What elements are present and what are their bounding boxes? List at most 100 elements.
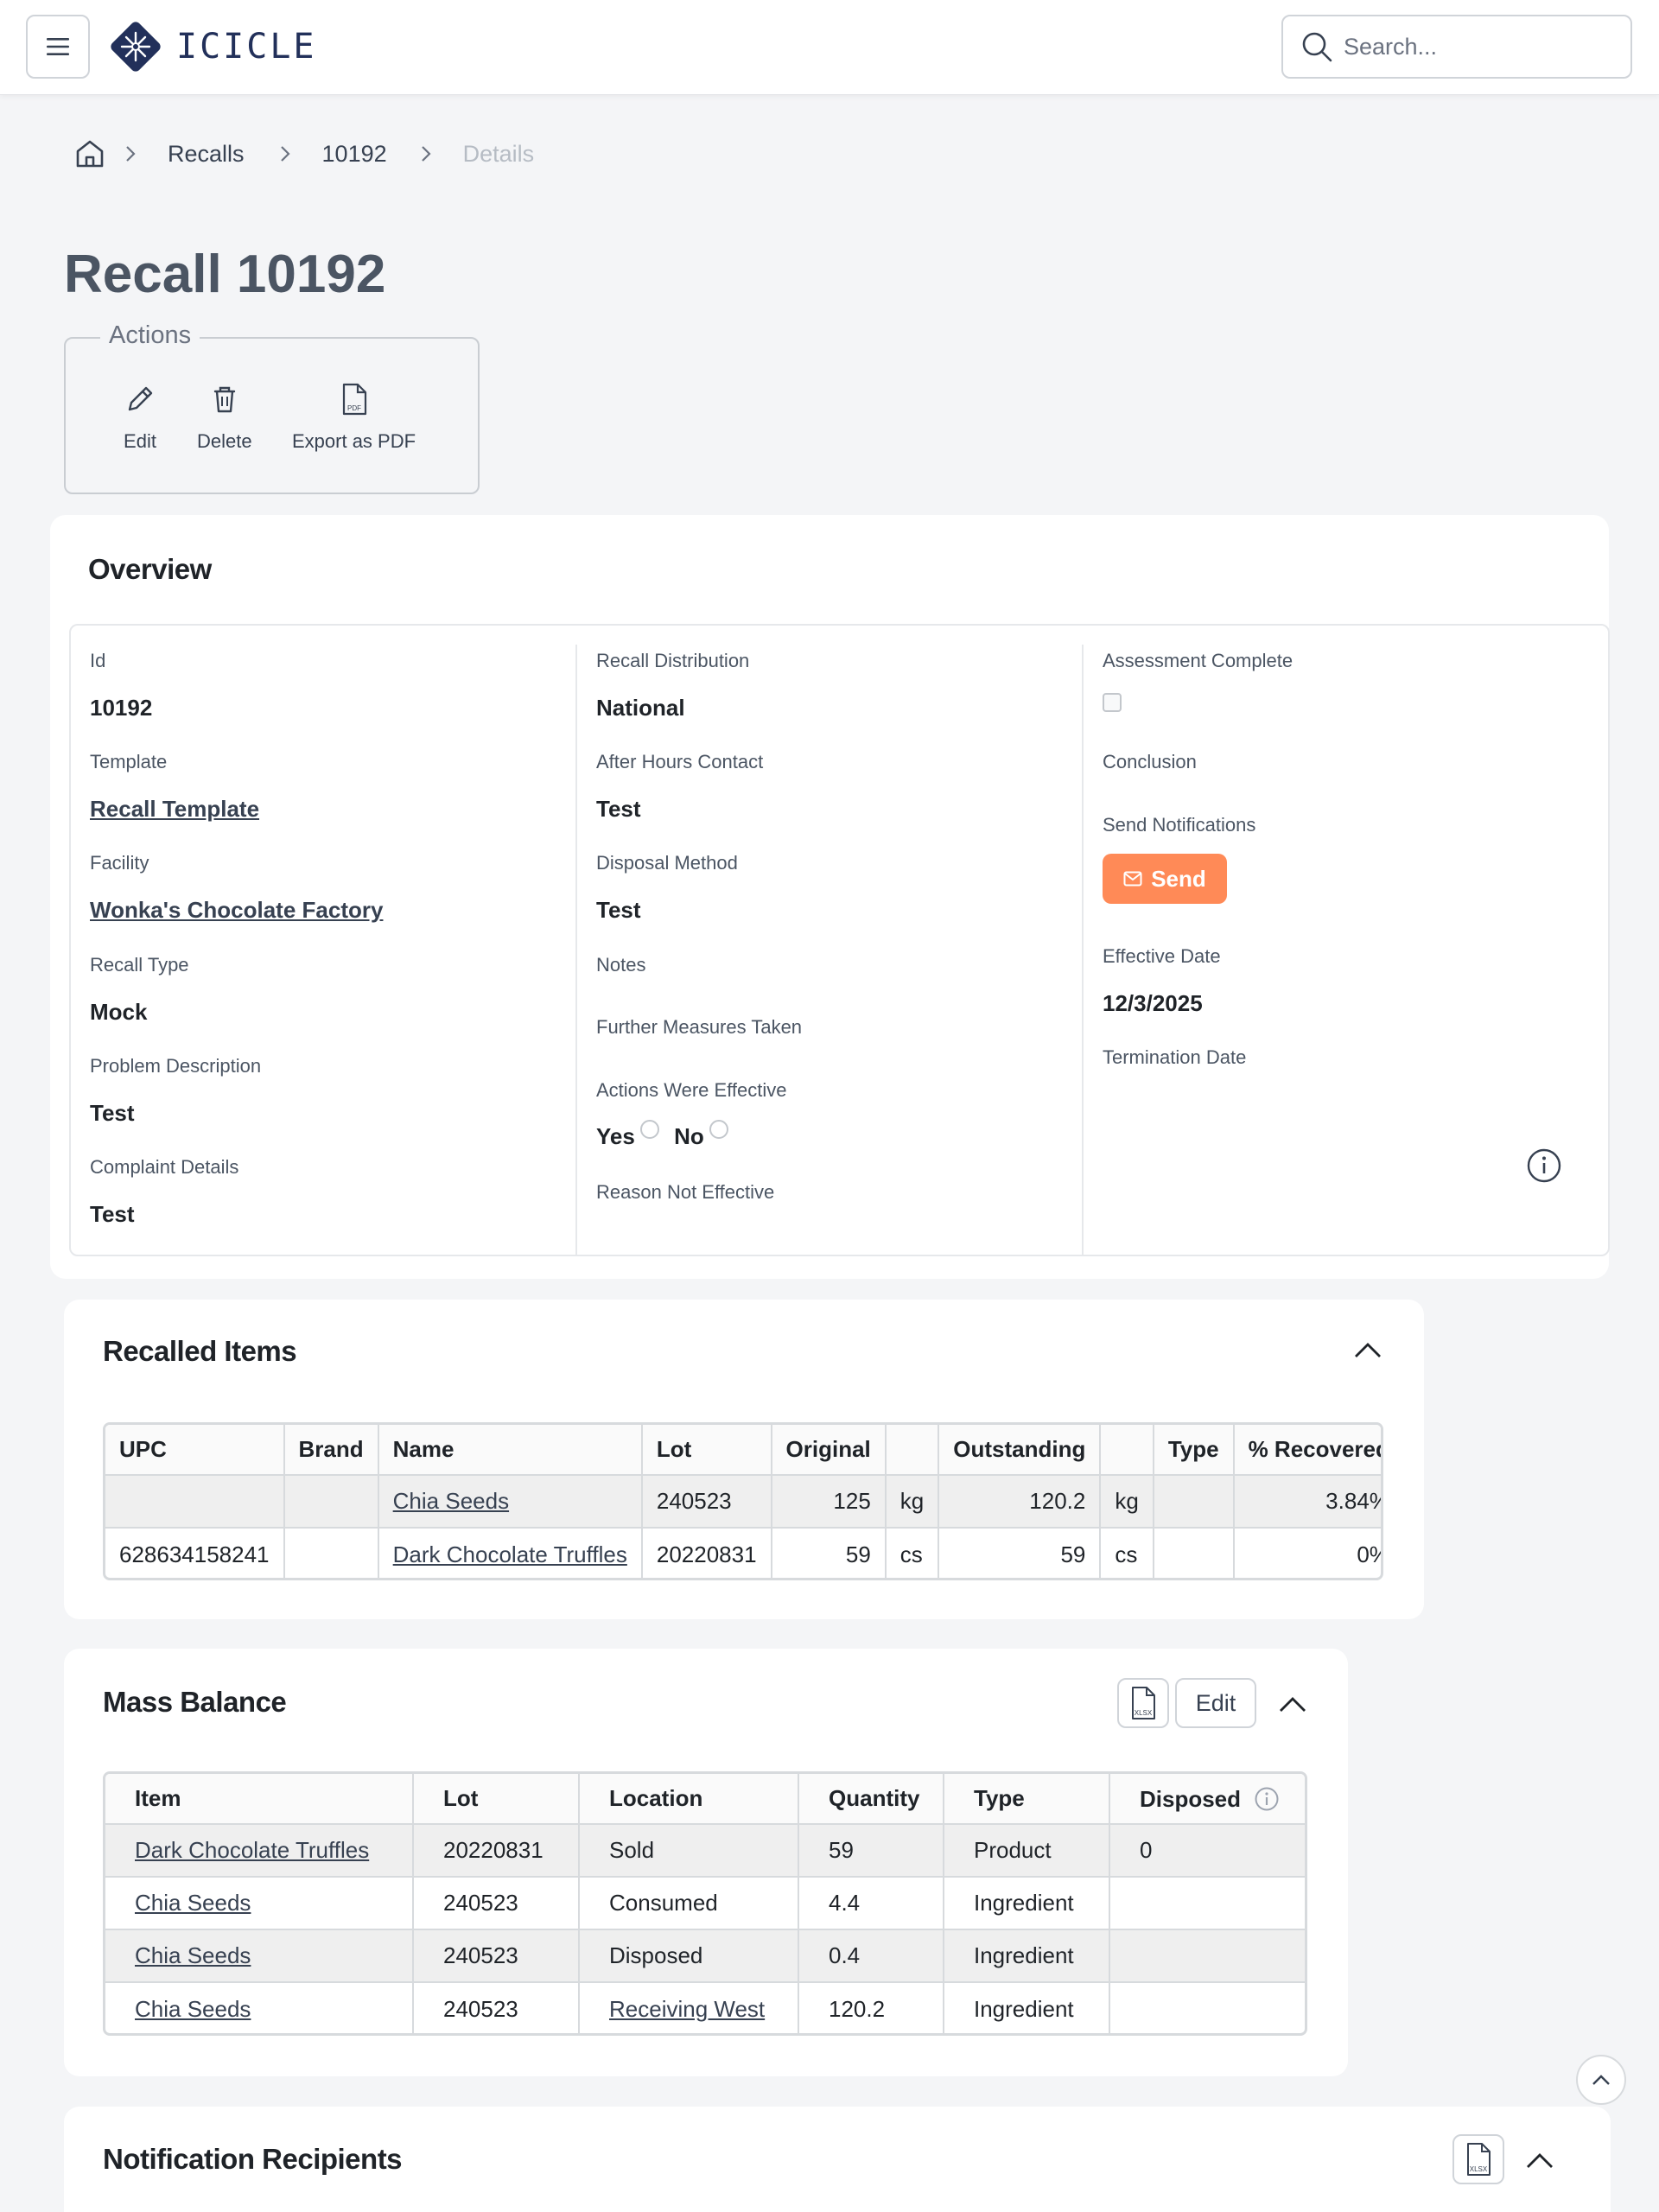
id-value: 10192 — [90, 695, 153, 721]
collapse-chevron-up-icon[interactable] — [1525, 2152, 1554, 2171]
disposed-cell — [1109, 1929, 1305, 1982]
overview-column-3: Assessment Complete Conclusion Send Noti… — [1082, 645, 1610, 1256]
collapse-chevron-up-icon[interactable] — [1353, 1341, 1382, 1360]
item-link[interactable]: Chia Seeds — [135, 1996, 251, 2022]
lot-cell: 240523 — [413, 1876, 580, 1929]
table-header-row: UPC Brand Name Lot Original Outstanding … — [105, 1425, 1381, 1475]
column-header[interactable]: Outstanding — [938, 1425, 1102, 1475]
actions-effective-label: Actions Were Effective — [596, 1079, 787, 1101]
brand-name: ICICLE — [176, 27, 317, 67]
item-link[interactable]: Chia Seeds — [393, 1488, 509, 1514]
type-cell — [1153, 1527, 1235, 1578]
name-cell: Chia Seeds — [378, 1474, 643, 1528]
column-header[interactable]: Brand — [283, 1425, 379, 1475]
search-box[interactable] — [1281, 15, 1632, 79]
column-header[interactable]: Type — [944, 1774, 1110, 1824]
info-icon[interactable] — [1526, 1147, 1562, 1184]
column-header[interactable]: Location — [579, 1774, 799, 1824]
template-label: Template — [90, 751, 168, 772]
column-header — [1100, 1425, 1154, 1475]
table-row: Chia Seeds 240523 Receiving West 120.2 I… — [105, 1981, 1305, 2033]
column-header[interactable]: Type — [1153, 1425, 1235, 1475]
column-header[interactable]: Quantity — [798, 1774, 944, 1824]
no-radio[interactable] — [709, 1120, 728, 1139]
column-header[interactable]: % Recovered — [1233, 1425, 1381, 1475]
search-input[interactable] — [1344, 33, 1603, 60]
problem-description-value: Test — [90, 1100, 135, 1126]
scroll-to-top-button[interactable] — [1576, 2055, 1626, 2105]
breadcrumb-recalls[interactable]: Recalls — [168, 141, 245, 168]
type-cell — [1153, 1474, 1235, 1528]
item-link[interactable]: Dark Chocolate Truffles — [135, 1837, 369, 1863]
facility-link[interactable]: Wonka's Chocolate Factory — [90, 897, 383, 924]
column-header[interactable]: Lot — [413, 1774, 580, 1824]
overview-column-2: Recall Distribution National After Hours… — [575, 645, 1082, 1256]
column-header[interactable]: Lot — [641, 1425, 772, 1475]
delete-action-button[interactable]: Delete — [197, 382, 252, 453]
upc-cell: 628634158241 — [105, 1527, 285, 1578]
breadcrumb-recall-id[interactable]: 10192 — [322, 141, 387, 168]
unit-cell: kg — [1100, 1474, 1154, 1528]
lot-cell: 240523 — [641, 1474, 772, 1528]
breadcrumb: Recalls 10192 Details — [74, 137, 534, 171]
column-header[interactable]: Item — [105, 1774, 414, 1824]
location-link[interactable]: Receiving West — [609, 1996, 765, 2022]
recalled-items-table: UPC Brand Name Lot Original Outstanding … — [105, 1425, 1381, 1578]
column-header[interactable]: UPC — [105, 1425, 285, 1475]
overview-column-1: Id 10192 Template Recall Template Facili… — [71, 626, 575, 1237]
table-row: Chia Seeds 240523 125 kg 120.2 kg 3.84% — [105, 1474, 1381, 1528]
mass-balance-card: Mass Balance XLSX Edit Item Lot Location… — [64, 1649, 1348, 2076]
item-cell: Dark Chocolate Truffles — [105, 1823, 414, 1877]
name-cell: Dark Chocolate Truffles — [378, 1527, 643, 1578]
column-header[interactable]: Name — [378, 1425, 643, 1475]
column-header[interactable]: Original — [771, 1425, 887, 1475]
assessment-complete-checkbox[interactable] — [1103, 693, 1122, 712]
assessment-complete-label: Assessment Complete — [1103, 650, 1294, 671]
item-cell: Chia Seeds — [105, 1876, 414, 1929]
export-pdf-button[interactable]: PDF Export as PDF — [292, 382, 416, 453]
menu-button[interactable] — [26, 15, 90, 79]
item-link[interactable]: Chia Seeds — [135, 1942, 251, 1968]
xlsx-badge-text: XLSX — [1470, 2165, 1488, 2173]
export-xlsx-button[interactable]: XLSX — [1452, 2134, 1504, 2184]
yes-label: Yes — [596, 1123, 635, 1149]
edit-action-button[interactable]: Edit — [123, 382, 157, 453]
template-link[interactable]: Recall Template — [90, 796, 259, 823]
item-cell: Chia Seeds — [105, 1981, 414, 2033]
disposed-header-label: Disposed — [1140, 1785, 1242, 1812]
recall-type-label: Recall Type — [90, 954, 189, 976]
recall-distribution-label: Recall Distribution — [596, 650, 750, 671]
disposal-method-value: Test — [596, 897, 641, 923]
notification-recipients-card: Notification Recipients XLSX — [64, 2107, 1611, 2212]
location-cell: Sold — [579, 1823, 799, 1877]
snowflake-logo-icon — [111, 22, 161, 72]
hamburger-icon — [47, 38, 69, 55]
home-icon[interactable] — [74, 138, 105, 169]
mass-balance-edit-button[interactable]: Edit — [1175, 1678, 1256, 1728]
brand-cell — [283, 1474, 379, 1528]
table-row: Chia Seeds 240523 Disposed 0.4 Ingredien… — [105, 1929, 1305, 1982]
send-notifications-button[interactable]: Send — [1103, 854, 1227, 904]
type-cell: Product — [944, 1823, 1110, 1877]
item-link[interactable]: Dark Chocolate Truffles — [393, 1541, 627, 1567]
disposed-column-header[interactable]: Disposed — [1109, 1774, 1305, 1824]
chevron-right-icon — [126, 146, 136, 162]
lot-cell: 20220831 — [641, 1527, 772, 1578]
actions-panel: Actions Edit Delete PDF Export as PDF — [64, 321, 480, 494]
info-icon[interactable] — [1254, 1786, 1280, 1812]
brand-logo[interactable]: ICICLE — [107, 18, 317, 75]
item-link[interactable]: Chia Seeds — [135, 1890, 251, 1916]
delete-action-label: Delete — [197, 430, 252, 452]
recall-distribution-value: National — [596, 695, 685, 721]
quantity-cell: 59 — [798, 1823, 944, 1877]
overview-title: Overview — [88, 553, 212, 585]
type-cell: Ingredient — [944, 1929, 1110, 1982]
recovered-cell: 0% — [1233, 1527, 1381, 1578]
overview-card: Overview Id 10192 Template Recall Templa… — [50, 515, 1610, 1279]
yes-radio[interactable] — [639, 1120, 659, 1139]
collapse-chevron-up-icon[interactable] — [1278, 1695, 1307, 1714]
export-xlsx-button[interactable]: XLSX — [1117, 1678, 1169, 1728]
location-cell: Consumed — [579, 1876, 799, 1929]
recalled-items-title: Recalled Items — [103, 1335, 297, 1367]
disposed-cell — [1109, 1876, 1305, 1929]
